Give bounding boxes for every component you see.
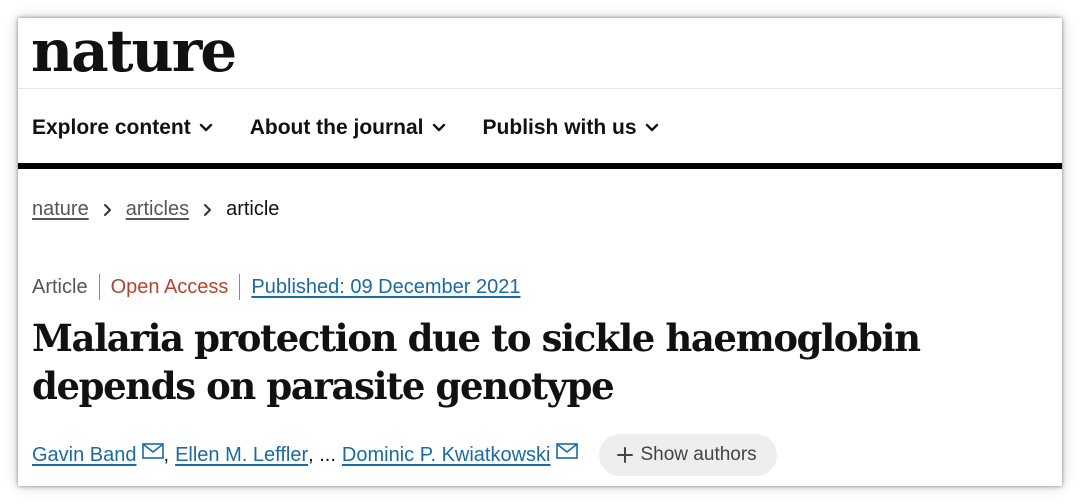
author-ellipsis: , ... [308,443,336,466]
show-authors-label: Show authors [640,444,757,465]
author-ellen-leffler[interactable]: Ellen M. Leffler [175,444,308,467]
header-divider [18,88,1062,89]
plus-icon [616,447,633,463]
open-access-badge: Open Access [110,275,229,298]
meta-divider [98,274,100,300]
article-title: Malaria protection due to sickle haemogl… [32,316,921,408]
author-gavin-band[interactable]: Gavin Band [32,444,137,467]
breadcrumb-articles[interactable]: articles [126,198,189,221]
nav-about-the-journal[interactable]: About the journal [250,116,446,140]
mail-icon[interactable] [555,443,578,459]
main-nav: Explore content About the journal Publis… [32,108,696,148]
published-date-link[interactable]: Published: 09 December 2021 [251,276,520,299]
meta-divider [239,274,241,300]
nav-publish-with-us[interactable]: Publish with us [483,116,659,140]
page-frame: nature Explore content About the journal… [18,18,1062,486]
chevron-down-icon [432,123,446,133]
author-list: Gavin Band , Ellen M. Leffler , ... Domi… [32,433,777,477]
mail-icon[interactable] [141,443,164,459]
breadcrumb-current: article [226,198,280,220]
chevron-down-icon [199,123,213,133]
chevron-right-icon [203,203,212,217]
author-separator: , [163,443,170,466]
nav-divider [18,163,1062,169]
chevron-down-icon [645,123,659,133]
chevron-right-icon [103,203,112,217]
breadcrumb: nature articles article [32,198,279,221]
nature-logo[interactable]: nature [31,19,237,83]
author-dominic-kwiatkowski[interactable]: Dominic P. Kwiatkowski [342,444,551,467]
breadcrumb-nature[interactable]: nature [32,198,89,221]
article-type: Article [32,275,88,298]
nav-about-the-journal-label: About the journal [249,116,424,139]
show-authors-button[interactable]: Show authors [598,434,777,476]
article-meta: Article Open Access Published: 09 Decemb… [32,274,520,300]
nav-explore-content-label: Explore content [32,116,191,139]
nav-explore-content[interactable]: Explore content [32,116,213,140]
nav-publish-with-us-label: Publish with us [482,116,637,139]
